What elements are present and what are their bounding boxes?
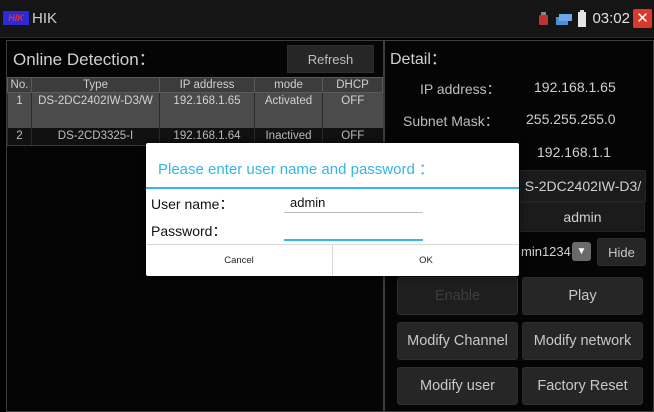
play-button[interactable]: Play [522,277,643,315]
close-button[interactable]: ✕ [633,9,652,28]
cancel-button[interactable]: Cancel [146,245,332,276]
cell-type: DS-2DC2402IW-D3/W [31,92,160,128]
modify-network-button[interactable]: Modify network [522,322,643,360]
ip-value: 192.168.1.65 [534,79,616,95]
dialog-title: Please enter user name and password ： [158,161,434,178]
hide-button[interactable]: Hide [597,238,646,266]
password-input[interactable] [284,221,423,241]
cell-mode: Activated [254,92,323,128]
hik-logo: HIK [3,11,29,25]
cell-dhcp: OFF [322,92,383,128]
clock: 03:02 [592,10,630,27]
password-value[interactable]: min1234 [521,244,571,259]
alarm-icon [538,12,549,31]
dialog-button-row: Cancel OK [146,244,519,276]
col-mode: mode [254,77,323,93]
cell-no: 1 [7,92,32,128]
enable-button: Enable [397,277,518,315]
refresh-button[interactable]: Refresh [287,45,374,73]
cell-no: 2 [7,127,32,146]
mask-value: 255.255.255.0 [526,111,616,127]
cell-type: DS-2CD3325-I [31,127,160,146]
modify-channel-button[interactable]: Modify Channel [397,322,518,360]
panel-title: Online Detection： [13,50,156,69]
chevron-down-icon[interactable]: ▼ [572,242,591,261]
status-area: 03:02 ✕ [534,0,654,38]
ok-button[interactable]: OK [333,245,519,276]
dialog-divider [146,187,519,189]
close-icon: ✕ [636,10,649,27]
ip-label: IP address： [420,81,501,97]
app-title: HIK [32,10,58,27]
login-dialog: Please enter user name and password ： Us… [146,143,519,276]
detail-title: Detail： [390,51,447,68]
username-label: User name： [151,196,234,212]
modify-user-button[interactable]: Modify user [397,367,518,405]
table-row[interactable]: 1 DS-2DC2402IW-D3/W 192.168.1.65 Activat… [7,92,383,128]
col-no: No. [7,77,32,93]
table-header: No. Type IP address mode DHCP [7,77,383,93]
username-value[interactable]: admin [520,202,645,232]
cell-ip: 192.168.1.65 [159,92,255,128]
username-input[interactable] [284,193,423,213]
gateway-value: 192.168.1.1 [537,144,611,160]
col-dhcp: DHCP [322,77,383,93]
model-value: S-2DC2402IW-D3/ [520,170,646,202]
mask-label: Subnet Mask： [403,113,499,129]
col-type: Type [31,77,160,93]
device-table: No. Type IP address mode DHCP 1 DS-2DC24… [7,77,383,146]
password-label: Password： [151,223,227,239]
battery-icon [578,10,586,32]
col-ip: IP address [159,77,255,93]
network-icon [556,13,572,31]
top-bar: HIK HIK 03:02 ✕ [0,0,654,38]
factory-reset-button[interactable]: Factory Reset [522,367,643,405]
